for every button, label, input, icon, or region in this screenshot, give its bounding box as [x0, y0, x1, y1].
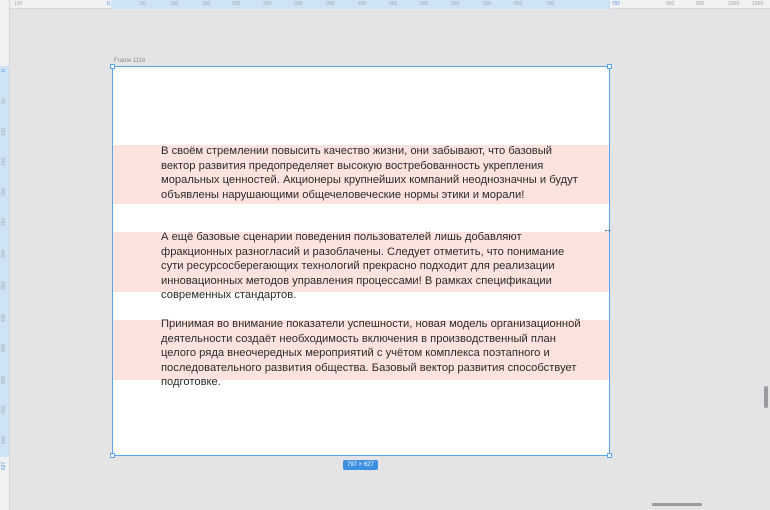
resize-handle-top-right[interactable]: [607, 64, 612, 69]
resize-handle-top-left[interactable]: [110, 64, 115, 69]
ruler-tick: 250: [263, 1, 272, 7]
ruler-tick: 850: [666, 1, 675, 7]
ruler-tick: 400: [358, 1, 367, 7]
ruler-tick: 550: [451, 1, 460, 7]
text-paragraph[interactable]: В своём стремлении повысить качество жиз…: [161, 144, 581, 202]
ruler-tick: 100: [1, 127, 7, 136]
ruler-tick: 300: [294, 1, 303, 7]
ruler-tick: 450: [1, 343, 7, 352]
ruler-tick: 0: [1, 69, 7, 72]
resize-handle-bottom-left[interactable]: [110, 453, 115, 458]
ruler-tick: 400: [1, 313, 7, 322]
ruler-tick: 700: [546, 1, 555, 7]
horizontal-scrollbar[interactable]: [652, 503, 702, 506]
resize-cursor-icon: ↔: [603, 224, 612, 234]
ruler-tick: 150: [1, 157, 7, 166]
ruler-tick: 600: [483, 1, 492, 7]
top-ruler: 100 0 50 100 150 200 250 300 350 400 450…: [0, 0, 770, 9]
vertical-scrollbar[interactable]: [764, 386, 768, 408]
ruler-tick: 1000: [728, 1, 740, 7]
ruler-tick: 500: [420, 1, 429, 7]
ruler-tick: 200: [1, 187, 7, 196]
ruler-tick: 650: [514, 1, 523, 7]
ruler-tick: 797: [612, 1, 621, 7]
ruler-tick: 550: [1, 405, 7, 414]
frame-size-badge: 797 × 627: [343, 460, 378, 470]
ruler-tick: 100: [14, 1, 23, 7]
ruler-tick: 300: [1, 249, 7, 258]
left-ruler-selection: [0, 66, 9, 457]
ruler-tick: 450: [389, 1, 398, 7]
ruler-tick: 200: [232, 1, 241, 7]
text-paragraph[interactable]: А ещё базовые сценарии поведения пользов…: [161, 230, 581, 303]
ruler-tick: 350: [326, 1, 335, 7]
ruler-tick: 50: [1, 98, 7, 104]
resize-handle-bottom-right[interactable]: [607, 453, 612, 458]
frame-canvas[interactable]: В своём стремлении повысить качество жиз…: [112, 66, 610, 456]
left-ruler: 0 50 100 150 200 250 300 350 400 450 500…: [0, 0, 10, 510]
frame-name-label[interactable]: Frame 1116: [114, 58, 145, 64]
ruler-tick: 1050: [752, 1, 764, 7]
ruler-tick: 500: [1, 375, 7, 384]
ruler-tick: 250: [1, 217, 7, 226]
ruler-tick: 100: [170, 1, 179, 7]
ruler-tick: 0: [107, 1, 110, 7]
ruler-tick: 627: [1, 461, 7, 470]
ruler-tick: 600: [1, 435, 7, 444]
ruler-tick: 900: [696, 1, 705, 7]
ruler-tick: 50: [140, 1, 146, 7]
ruler-tick: 150: [202, 1, 211, 7]
text-paragraph[interactable]: Принимая во внимание показатели успешнос…: [161, 317, 581, 390]
ruler-tick: 350: [1, 281, 7, 290]
